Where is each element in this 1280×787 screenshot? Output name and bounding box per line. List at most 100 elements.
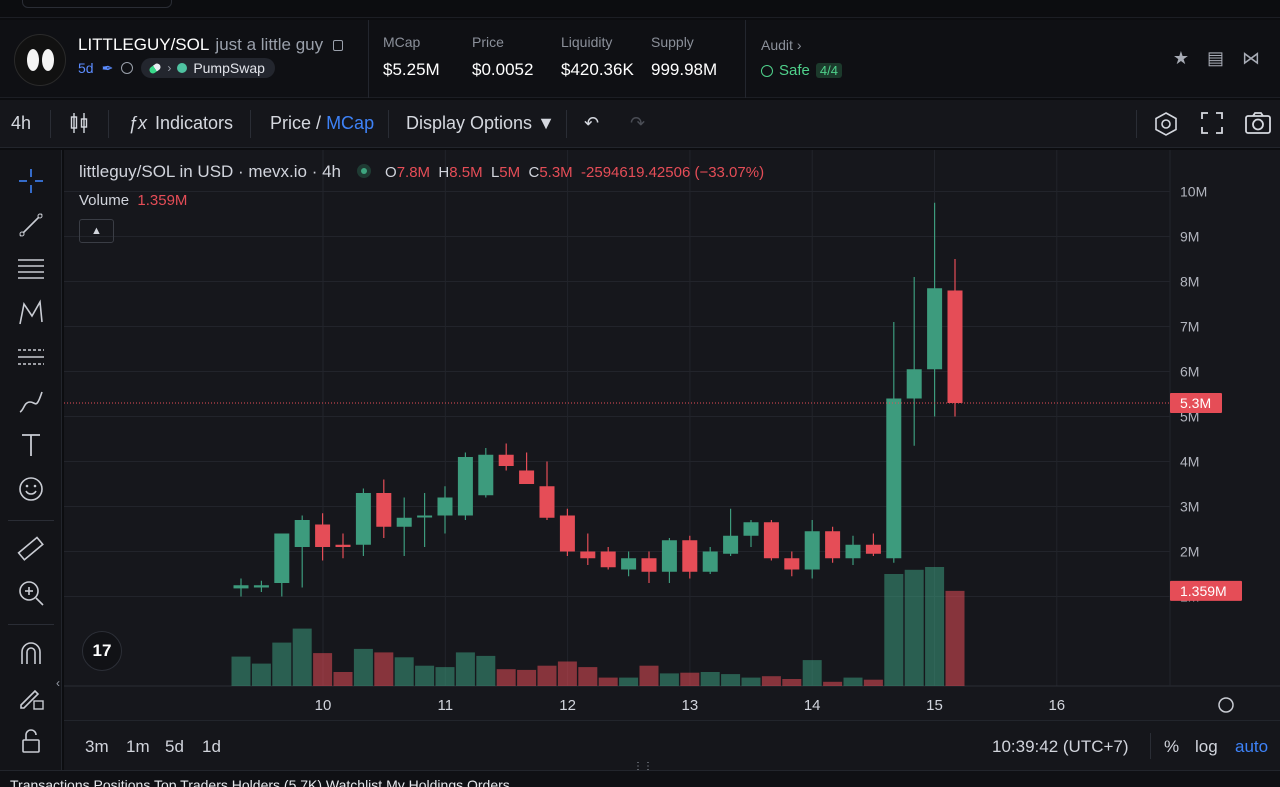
tradingview-logo[interactable]: 17 xyxy=(82,631,122,671)
volume-bar xyxy=(802,660,822,686)
volume-bar xyxy=(353,648,373,686)
pattern-icon[interactable] xyxy=(16,298,46,328)
chart-area[interactable]: 1M2M3M4M5M6M7M8M9M10M101112131415165.3M1… xyxy=(64,150,1280,720)
dex-pill[interactable]: › PumpSwap xyxy=(141,58,275,78)
redo-icon[interactable]: ↷ xyxy=(630,113,645,134)
text-tool-icon[interactable] xyxy=(16,430,46,460)
close-value: 5.3M xyxy=(539,164,573,181)
x-tick-label: 12 xyxy=(559,697,576,714)
change-value: -2594619.42506 (−33.07%) xyxy=(581,164,765,181)
volume-bar xyxy=(680,672,700,686)
chart-clock[interactable]: 10:39:42 (UTC+7) xyxy=(992,737,1129,757)
chart-add-icon[interactable]: ▤ xyxy=(1207,48,1224,69)
candle-body xyxy=(947,290,963,403)
display-options-button[interactable]: Display Options ▼ xyxy=(406,113,555,134)
percent-scale-button[interactable]: % xyxy=(1164,737,1179,757)
star-icon[interactable]: ★ xyxy=(1173,48,1189,69)
candle-body xyxy=(845,544,861,559)
axis-settings-icon[interactable] xyxy=(1218,697,1234,713)
drawing-toolbar xyxy=(0,150,62,770)
candle-body xyxy=(274,533,290,583)
audit-status: Safe 4/4 xyxy=(761,62,842,79)
y-tick-label: 10M xyxy=(1180,184,1207,200)
divider xyxy=(388,110,389,138)
crosshair-icon[interactable] xyxy=(16,166,46,196)
indicators-button[interactable]: ƒx Indicators xyxy=(128,113,233,134)
chevron-right-icon: › xyxy=(167,61,172,75)
volume-bar xyxy=(415,665,435,686)
log-scale-button[interactable]: log xyxy=(1195,737,1218,757)
price-option[interactable]: Price xyxy=(270,113,311,133)
candle-body xyxy=(784,558,800,570)
token-avatar xyxy=(14,34,66,86)
interval-button[interactable]: 4h xyxy=(11,113,31,134)
audit-label: Audit › xyxy=(761,37,842,53)
volume-bar xyxy=(925,567,945,686)
volume-bar xyxy=(761,676,781,686)
volume-bar xyxy=(639,665,659,686)
divider xyxy=(1150,733,1151,759)
share-icon[interactable]: ⋈ xyxy=(1242,48,1260,69)
volume-bar xyxy=(394,657,414,686)
volume-bar xyxy=(455,652,475,686)
tabs-text[interactable]: Transactions Positions Top Traders Holde… xyxy=(10,777,510,787)
range-5d[interactable]: 5d xyxy=(165,737,184,757)
unlock-icon[interactable] xyxy=(16,726,46,756)
candle-body xyxy=(396,517,412,527)
prediction-icon[interactable] xyxy=(16,342,46,372)
stat-label: MCap xyxy=(383,34,421,50)
settings-icon[interactable] xyxy=(1153,111,1179,142)
stat-value: $420.36K xyxy=(561,60,634,79)
volume-bar xyxy=(721,674,741,686)
search-icon[interactable] xyxy=(121,62,134,74)
volume-bar xyxy=(231,656,251,686)
feather-icon[interactable]: ✒ xyxy=(102,60,114,77)
candle-body xyxy=(600,551,616,568)
undo-icon[interactable]: ↶ xyxy=(584,113,599,134)
token-name: just a little guy xyxy=(215,35,324,54)
avatar-eye-left xyxy=(27,49,39,71)
divider xyxy=(250,110,251,138)
range-1m[interactable]: 1m xyxy=(126,737,150,757)
volume-bar xyxy=(884,574,904,686)
y-tick-label: 4M xyxy=(1180,454,1199,470)
candle-body xyxy=(580,551,596,559)
zoom-in-icon[interactable] xyxy=(16,578,46,608)
collapse-toolbar-icon[interactable]: ‹ xyxy=(56,676,60,690)
y-tick-label: 9M xyxy=(1180,229,1199,245)
token-age: 5d xyxy=(78,60,94,76)
candle-body xyxy=(886,398,902,559)
range-3m[interactable]: 3m xyxy=(85,737,109,757)
volume-bar xyxy=(598,677,618,686)
mcap-option[interactable]: MCap xyxy=(326,113,374,133)
ruler-icon[interactable] xyxy=(16,534,46,564)
emoji-icon[interactable] xyxy=(16,474,46,504)
fib-lines-icon[interactable] xyxy=(16,254,46,284)
plot-background xyxy=(64,150,1170,686)
x-tick-label: 15 xyxy=(926,697,943,714)
magnet-icon[interactable] xyxy=(16,638,46,668)
price-mcap-toggle[interactable]: Price / MCap xyxy=(270,113,374,134)
caret-down-icon: ▼ xyxy=(537,113,555,133)
candles-icon[interactable] xyxy=(70,112,88,139)
candle-body xyxy=(253,585,269,588)
dex-name: PumpSwap xyxy=(193,60,265,76)
candle-body xyxy=(682,540,698,572)
lock-drawing-icon[interactable] xyxy=(16,682,46,712)
audit-panel[interactable]: Audit › Safe 4/4 xyxy=(745,20,842,98)
price-chart[interactable]: 1M2M3M4M5M6M7M8M9M10M101112131415165.3M1… xyxy=(64,150,1280,720)
trend-line-icon[interactable] xyxy=(16,210,46,240)
auto-scale-button[interactable]: auto xyxy=(1235,737,1268,757)
candle-body xyxy=(763,522,779,559)
camera-icon[interactable] xyxy=(1244,111,1272,140)
copy-icon[interactable] xyxy=(332,40,343,51)
collapse-legend-button[interactable]: ▲ xyxy=(79,219,114,243)
chart-bottom-bar: 3m 1m 5d 1d 10:39:42 (UTC+7) % log auto xyxy=(64,720,1280,770)
candle-body xyxy=(417,515,433,518)
range-1d[interactable]: 1d xyxy=(202,737,221,757)
brush-icon[interactable] xyxy=(16,386,46,416)
candle-body xyxy=(498,454,514,466)
fullscreen-icon[interactable] xyxy=(1200,111,1224,140)
volume-bar xyxy=(904,569,924,686)
avatar-eye-right xyxy=(42,49,54,71)
